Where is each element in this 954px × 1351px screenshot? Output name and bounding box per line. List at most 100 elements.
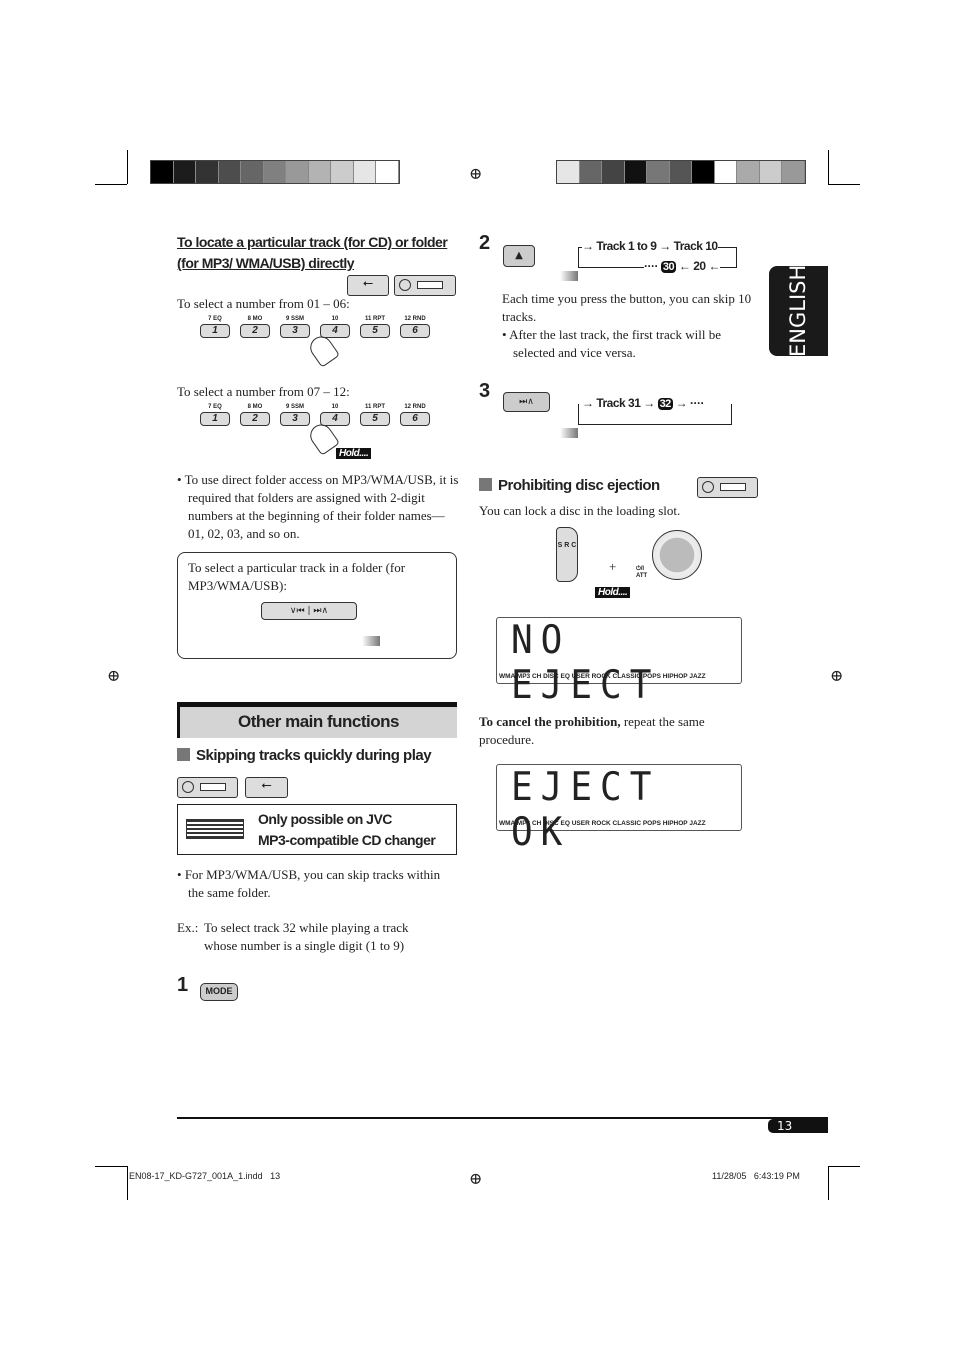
color-swatch — [376, 161, 399, 183]
language-tab: ENGLISH — [769, 265, 828, 357]
color-swatch — [286, 161, 309, 183]
example-label: Ex.: — [177, 920, 199, 935]
number-key-5: 5 — [360, 412, 390, 426]
flow-dots: ···· — [689, 396, 704, 410]
arrow-icon — [560, 271, 578, 281]
bullet-wrap: • After the last track, the first track … — [502, 327, 721, 360]
usb-icon: ⭠ — [245, 777, 288, 798]
key-sublabel: 12 RND — [404, 404, 426, 410]
color-bar-right — [556, 160, 806, 184]
prohibit-heading: Prohibiting disc ejection — [479, 477, 660, 494]
color-swatch — [196, 161, 219, 183]
mode-button-icon: MODE — [200, 983, 238, 1001]
key-sublabel: 10 — [331, 316, 339, 322]
skip-heading-text: Skipping tracks quickly during play — [196, 747, 432, 764]
page-number: 13 — [768, 1119, 828, 1133]
track-skip-buttons: ∨⏮ | ⏭∧ — [261, 602, 357, 620]
color-swatch — [624, 161, 647, 183]
flow-3: → Track 31 → 32 → ···· — [582, 396, 704, 410]
plus-sign: + — [609, 559, 617, 574]
key-sublabel: 11 RPT — [364, 404, 385, 410]
flow-step: Track 1 to 9 — [596, 239, 657, 253]
key-sublabel: 7 EQ — [208, 404, 222, 410]
lcd-indicators: WMA MP3 CH DISC EQ USER ROCK CLASSIC POP… — [499, 820, 706, 827]
color-swatch — [263, 161, 286, 183]
power-att-knob-icon — [652, 530, 702, 580]
number-key-3: 3 — [280, 324, 310, 338]
track-badge: 32 — [657, 398, 673, 410]
bullet-text: For MP3/WMA/USB, you can skip tracks wit… — [184, 867, 441, 900]
example-text: To select track 32 while playing a track… — [204, 920, 409, 953]
lcd-display: EJECT OK WMA MP3 CH DISC EQ USER ROCK CL… — [496, 764, 742, 855]
registration-mark-icon: ⊕ — [469, 164, 483, 183]
color-swatch — [714, 161, 737, 183]
att-label: ⏻/I ATT — [636, 566, 648, 579]
color-swatch — [331, 161, 354, 183]
bullet-text: To use direct folder access on MP3/WMA/U… — [184, 472, 459, 541]
note-line: Only possible on JVC — [258, 811, 392, 827]
flow-step: Track 10 — [673, 239, 719, 253]
key-sublabel: 8 MO — [247, 316, 263, 322]
hold-label: Hold.... — [336, 448, 372, 459]
lcd-text: NO EJECT — [511, 617, 660, 709]
color-swatch — [173, 161, 196, 183]
eject-up-button-icon: ▲ — [503, 245, 535, 267]
color-swatch — [353, 161, 376, 183]
src-button-icon: S R C — [556, 527, 578, 582]
number-key-2: 2 — [240, 412, 270, 426]
box-text: To select a particular track in a folder… — [188, 560, 406, 593]
color-swatch — [782, 161, 805, 183]
flow-step: Track 31 — [596, 396, 641, 410]
section-heading: To locate a particular track (for CD) or… — [177, 232, 448, 274]
track-badge: 30 — [660, 261, 677, 273]
para-skip: Each time you press the button, you can … — [502, 291, 752, 324]
select-0712-label: To select a number from 07 – 12: — [177, 384, 350, 399]
cd-changer-icon — [186, 819, 244, 839]
registration-mark-icon: ⊕ — [830, 666, 844, 685]
number-key-6: 6 — [400, 324, 430, 338]
color-swatch — [602, 161, 625, 183]
section-title: Other main functions — [238, 712, 399, 731]
prohibit-heading-text: Prohibiting disc ejection — [498, 477, 660, 494]
cancel-bold: To cancel the prohibition, — [479, 714, 621, 729]
key-sublabel: 11 RPT — [364, 316, 385, 322]
step-number: 2 — [479, 232, 490, 254]
color-bar-left — [150, 160, 400, 184]
flow-2-bottom: ···· 30 ← 20 ← — [644, 259, 720, 273]
step-number: 1 — [177, 974, 188, 996]
number-key-3: 3 — [280, 412, 310, 426]
color-swatch — [151, 161, 174, 183]
hold-label: Hold.... — [595, 587, 631, 598]
key-sublabel: 7 EQ — [208, 316, 222, 322]
number-key-1: 1 — [200, 324, 230, 338]
arrow-icon — [362, 636, 380, 646]
skip-heading: Skipping tracks quickly during play — [177, 747, 432, 764]
bullet-text: After the last track, the first track wi… — [509, 327, 721, 360]
key-sublabel: 9 SSM — [285, 404, 304, 410]
cd-slot-icon — [177, 777, 238, 798]
skip-forward-button-icon: ⏭∧ — [503, 392, 550, 412]
color-swatch — [557, 161, 580, 183]
flow-dots: ···· — [644, 259, 658, 273]
jvc-note-box: Only possible on JVC MP3-compatible CD c… — [177, 804, 457, 855]
color-swatch — [579, 161, 602, 183]
number-key-5: 5 — [360, 324, 390, 338]
step-number: 3 — [479, 380, 490, 402]
color-swatch — [218, 161, 241, 183]
usb-icon: ⭠ — [347, 275, 389, 296]
color-swatch — [241, 161, 264, 183]
select-0106-label: To select a number from 01 – 06: — [177, 296, 350, 311]
footer-file: EN08-17_KD-G727_001A_1.indd 13 — [129, 1171, 281, 1181]
lcd-display: NO EJECT WMA MP3 CH DISC EQ USER ROCK CL… — [496, 617, 742, 708]
color-swatch — [692, 161, 715, 183]
heading-line: To locate a particular track (for CD) or… — [177, 234, 448, 250]
bullet-folder: • To use direct folder access on MP3/WMA… — [177, 472, 459, 541]
flow-2-top: → Track 1 to 9 → Track 10 — [582, 239, 718, 253]
flow-step: 20 — [693, 259, 706, 273]
color-swatch — [308, 161, 331, 183]
color-swatch — [737, 161, 760, 183]
registration-mark-icon: ⊕ — [107, 666, 121, 685]
key-sublabel: 12 RND — [404, 316, 426, 322]
color-swatch — [669, 161, 692, 183]
folder-track-box: To select a particular track in a folder… — [177, 552, 457, 659]
